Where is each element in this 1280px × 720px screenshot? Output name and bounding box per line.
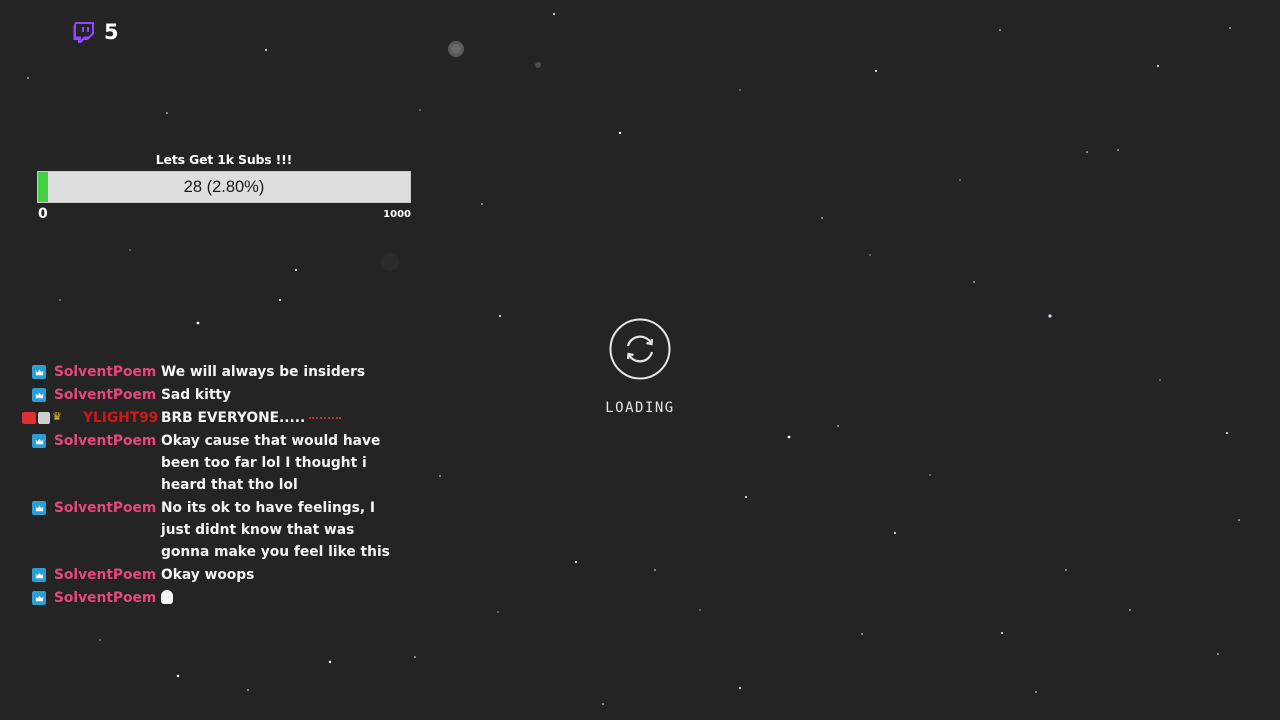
chat-username[interactable]: YLIGHT99 [83,407,158,429]
chat-message-body: BRB EVERYONE..... [161,410,306,426]
crown-badge-icon [32,501,46,515]
chat-message: SolventPoem We will always be insiders [20,361,400,383]
chat-username[interactable]: SolventPoem [54,430,156,452]
chat-username[interactable]: SolventPoem [54,587,156,609]
goal-progress-text: 28 (2.80%) [183,177,265,196]
chat-message-body: No its ok to have feelings, I just didnt… [161,500,390,560]
goal-progress-bar: 28 (2.80%) [37,171,411,203]
chat-message: SolventPoem No its ok to have feelings, I… [20,497,400,563]
crown-badge-icon [32,434,46,448]
chat-message-body: Sad kitty [161,387,232,403]
chat-message-text [161,587,400,609]
refresh-icon [609,318,671,380]
chat-message-text: No its ok to have feelings, I just didnt… [161,497,400,563]
loading-indicator: LOADING [600,318,680,416]
twitch-glitch-icon [73,22,94,43]
chat-badges [20,388,46,402]
sub-badge-icon [38,412,50,424]
crown-badge-icon [32,365,46,379]
chat-message: SolventPoem Okay cause that would have be… [20,430,400,496]
crown-badge-icon [32,388,46,402]
chat-message: SolventPoem Okay woops [20,564,400,586]
chat-message-text: BRB EVERYONE..... [161,407,400,429]
goal-title: Lets Get 1k Subs !!! [155,152,293,167]
sub-goal-widget: Lets Get 1k Subs !!! 28 (2.80%) 0 1000 [37,152,411,222]
chat-message: SolventPoem [20,587,400,609]
chat-message-text: We will always be insiders [161,361,400,383]
viewer-count: 5 [104,20,119,44]
chat-username[interactable]: SolventPoem [54,361,156,383]
chat-badges [20,591,46,605]
chat-message: ♛ YLIGHT99 BRB EVERYONE..... [20,407,400,429]
crown-badge-icon [32,568,46,582]
viewer-counter: 5 [72,20,119,44]
chat-message: SolventPoem Sad kitty [20,384,400,406]
chat-username[interactable]: SolventPoem [54,497,156,519]
chat-message-body: Okay woops [161,567,255,583]
chat-badges [20,568,46,582]
ghost-emote-icon [161,590,173,604]
chat-message-text: Okay woops [161,564,400,586]
chat-badges: ♛ [22,411,74,425]
chat-username[interactable]: SolventPoem [54,384,156,406]
chat-badges [20,434,46,448]
chat-message-text: Sad kitty [161,384,400,406]
chat-message-text: Okay cause that would have been too far … [161,430,400,496]
crown-badge-icon [32,591,46,605]
goal-min-label: 0 [38,206,48,222]
video-badge-icon [22,412,36,424]
chat-message-body: Okay cause that would have been too far … [161,433,381,493]
goal-max-label: 1000 [383,209,411,220]
chat-badges [20,501,46,515]
chat-message-body: We will always be insiders [161,364,366,380]
chat-username[interactable]: SolventPoem [54,564,156,586]
text-trail-decoration [309,417,342,419]
crown-gold-badge-icon: ♛ [52,410,62,423]
chat-overlay: SolventPoem We will always be insiders Sol… [20,361,400,610]
loading-text: LOADING [605,400,675,416]
chat-badges [20,365,46,379]
